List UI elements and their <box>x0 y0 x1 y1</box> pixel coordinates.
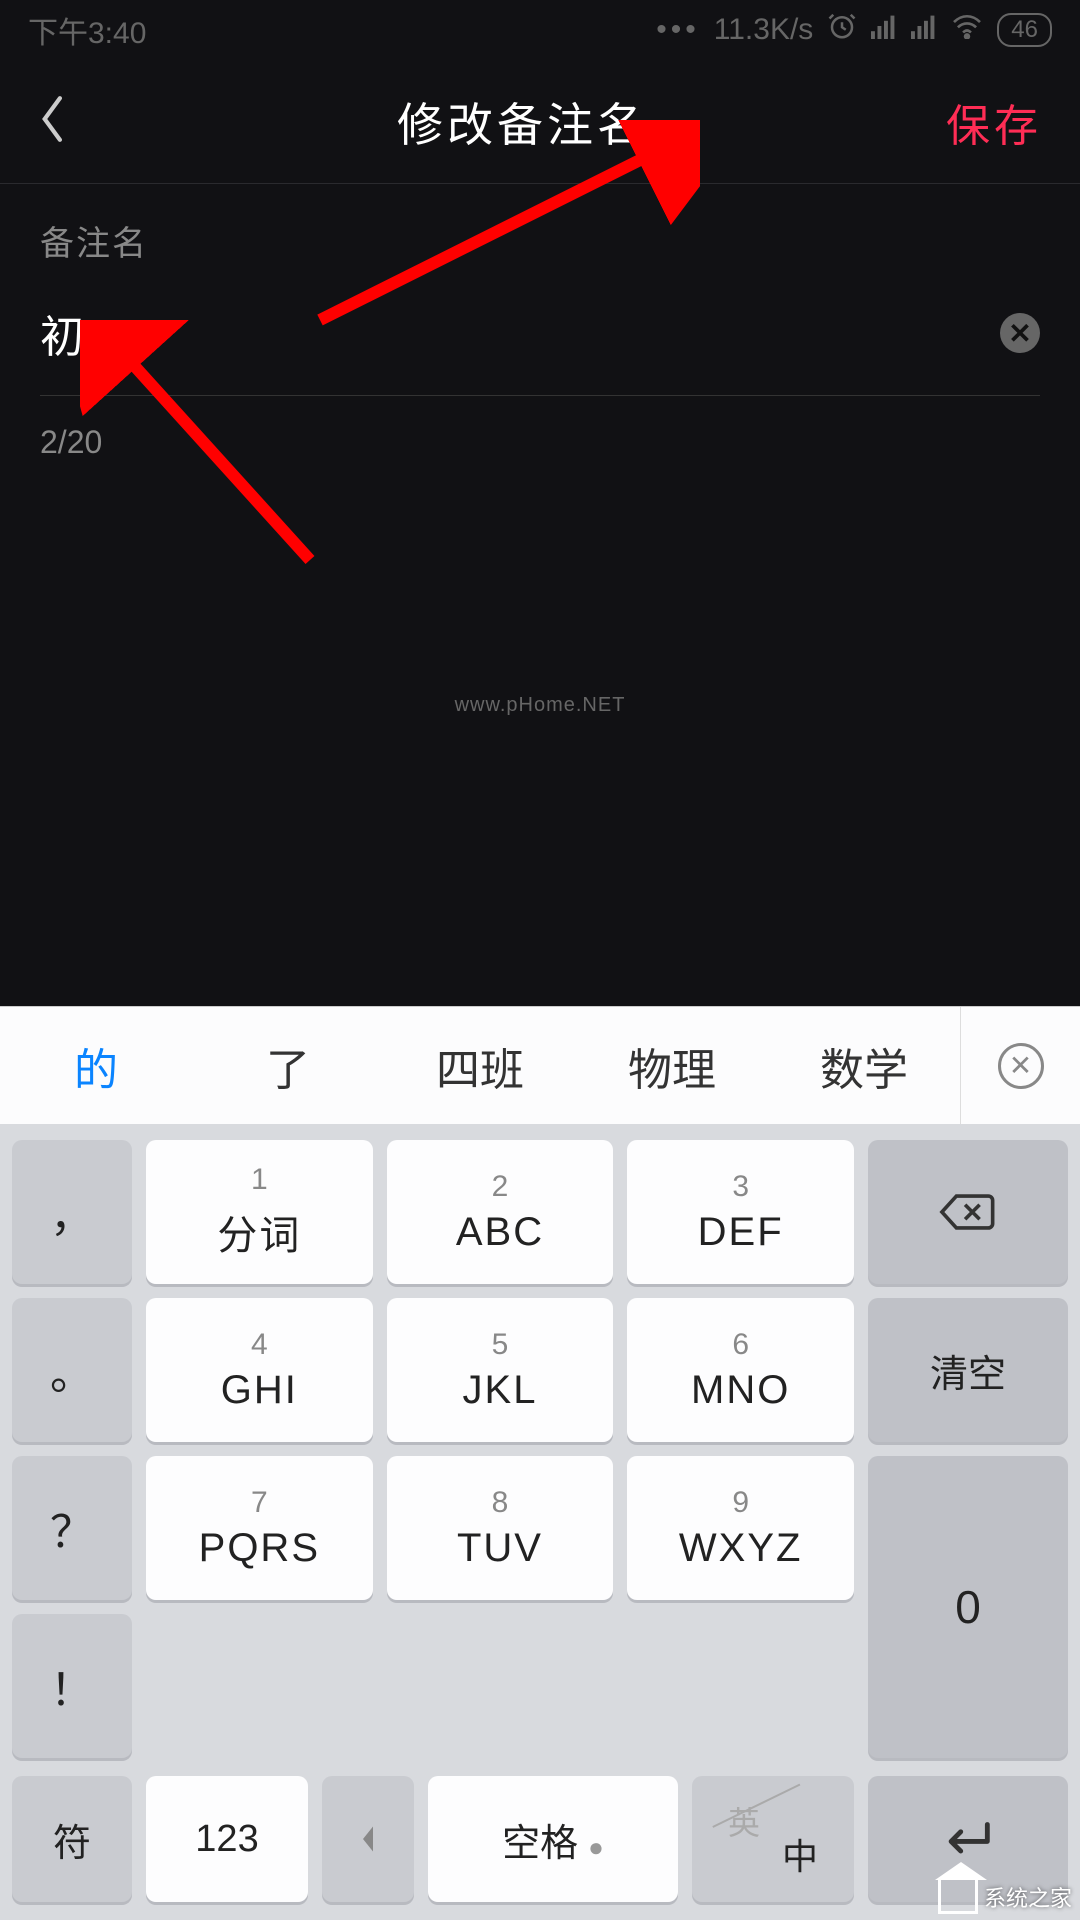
header: 修改备注名 保存 <box>0 60 1080 184</box>
suggestion-bar: 的 了 四班 物理 数学 ✕ <box>0 1006 1080 1124</box>
page-title: 修改备注名 <box>98 89 946 155</box>
char-counter: 2/20 <box>40 424 1040 461</box>
suggestion-close[interactable]: ✕ <box>960 1007 1080 1124</box>
signal-icon <box>871 13 897 47</box>
alarm-icon <box>827 11 857 49</box>
content: 备注名 初二 ✕ 2/20 <box>0 184 1080 461</box>
field-label: 备注名 <box>40 216 1040 265</box>
battery-indicator: 46 <box>997 13 1052 47</box>
status-time: 下午3:40 <box>28 8 146 52</box>
status-right: ••• 11.3K/s 46 <box>656 11 1052 49</box>
corner-logo: 系统之家 <box>938 1880 1072 1914</box>
house-icon <box>938 1880 978 1914</box>
key-clear[interactable]: 清空 <box>868 1298 1068 1442</box>
keyboard: 的 了 四班 物理 数学 ✕ ， 1分词 2ABC 3DEF 。 4GHI 5J… <box>0 1006 1080 1920</box>
key-symbol[interactable]: 符 <box>12 1776 132 1902</box>
remark-input[interactable]: 初二 <box>40 301 132 365</box>
status-bar: 下午3:40 ••• 11.3K/s 46 <box>0 0 1080 60</box>
signal2-icon <box>911 13 937 47</box>
suggestion-5[interactable]: 数学 <box>768 1034 960 1098</box>
key-space[interactable]: 空格● <box>428 1776 678 1902</box>
remark-input-row[interactable]: 初二 ✕ <box>40 301 1040 396</box>
key-backspace[interactable] <box>868 1140 1068 1284</box>
save-button[interactable]: 保存 <box>946 90 1042 154</box>
suggestion-2[interactable]: 了 <box>192 1034 384 1098</box>
suggestion-4[interactable]: 物理 <box>576 1034 768 1098</box>
key-zero[interactable]: 0 <box>868 1456 1068 1758</box>
key-2[interactable]: 2ABC <box>387 1140 614 1284</box>
key-exclaim[interactable]: ！ <box>12 1614 132 1758</box>
bottom-row: 符 123 空格● 英 中 <box>0 1776 1080 1920</box>
suggestion-1[interactable]: 的 <box>0 1034 192 1098</box>
key-comma[interactable]: ， <box>12 1140 132 1284</box>
key-8[interactable]: 8TUV <box>387 1456 614 1600</box>
wifi-icon <box>951 13 983 47</box>
key-4[interactable]: 4GHI <box>146 1298 373 1442</box>
clear-input-icon[interactable]: ✕ <box>1000 313 1040 353</box>
key-language[interactable]: 英 中 <box>692 1776 854 1902</box>
key-3[interactable]: 3DEF <box>627 1140 854 1284</box>
key-period[interactable]: 。 <box>12 1298 132 1442</box>
back-button[interactable] <box>38 94 98 149</box>
network-speed: 11.3K/s <box>714 13 814 47</box>
key-5[interactable]: 5JKL <box>387 1298 614 1442</box>
suggestion-3[interactable]: 四班 <box>384 1034 576 1098</box>
key-9[interactable]: 9WXYZ <box>627 1456 854 1600</box>
key-arrow-left[interactable] <box>322 1776 414 1902</box>
key-7[interactable]: 7PQRS <box>146 1456 373 1600</box>
watermark: www.pHome.NET <box>455 694 626 717</box>
more-dots-icon: ••• <box>656 13 700 47</box>
key-grid: ， 1分词 2ABC 3DEF 。 4GHI 5JKL 6MNO 清空 ？ 7P… <box>0 1124 1080 1776</box>
key-123[interactable]: 123 <box>146 1776 308 1902</box>
key-6[interactable]: 6MNO <box>627 1298 854 1442</box>
mic-icon: ● <box>588 1832 604 1862</box>
key-1[interactable]: 1分词 <box>146 1140 373 1284</box>
key-question[interactable]: ？ <box>12 1456 132 1600</box>
